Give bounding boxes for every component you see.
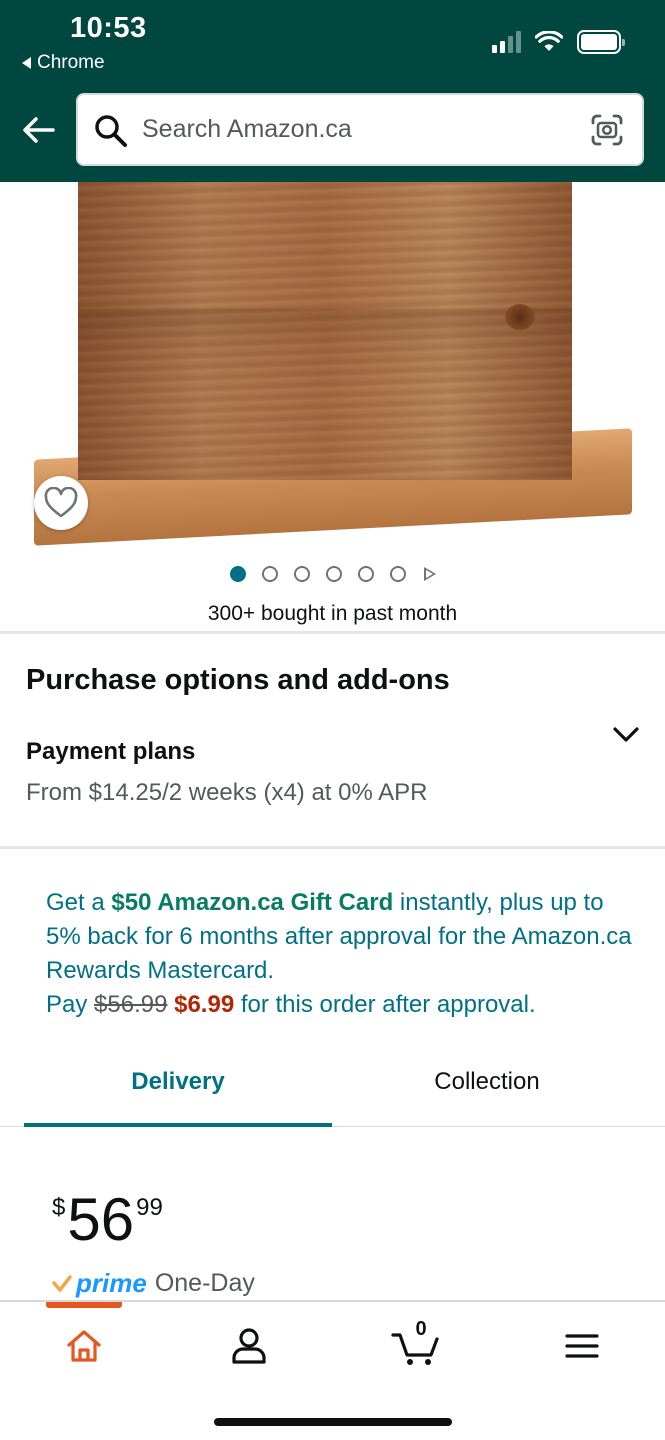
tab-active-indicator [24, 1123, 332, 1127]
status-icons [492, 30, 625, 54]
nav-account-button[interactable] [219, 1324, 279, 1368]
cellular-signal-icon [492, 31, 521, 53]
back-to-app-link[interactable]: Chrome [22, 52, 105, 74]
product-price: $ 56 99 [52, 1186, 163, 1254]
nav-menu-button[interactable] [552, 1324, 612, 1368]
prime-check-icon [52, 1274, 72, 1292]
product-image [78, 182, 572, 480]
wifi-icon [535, 31, 563, 51]
tab-delivery[interactable]: Delivery [24, 1068, 332, 1096]
section-divider [0, 846, 665, 849]
back-arrow-button[interactable] [20, 112, 56, 148]
search-bar[interactable] [76, 93, 644, 166]
search-input[interactable] [140, 109, 560, 149]
promo-old-price: $56.99 [94, 991, 168, 1018]
system-home-indicator[interactable] [214, 1418, 452, 1426]
cart-count-badge: 0 [415, 1318, 427, 1340]
chevron-down-icon[interactable] [610, 724, 642, 746]
carousel-dot[interactable] [229, 566, 246, 582]
search-icon [95, 115, 127, 147]
price-fraction: 99 [136, 1194, 163, 1221]
bought-in-past-month: 300+ bought in past month [207, 602, 458, 625]
nav-home-button[interactable] [54, 1324, 114, 1368]
camera-scan-icon[interactable] [590, 113, 624, 147]
hamburger-menu-icon [565, 1334, 599, 1358]
wishlist-heart-button[interactable] [34, 476, 88, 530]
product-image-carousel[interactable] [0, 182, 665, 562]
home-icon [67, 1330, 101, 1362]
promo-gift-card: $50 Amazon.ca Gift Card [111, 889, 394, 916]
prime-delivery-label: One-Day [154, 1269, 255, 1297]
bottom-navigation: 0 [0, 1300, 665, 1440]
payment-plans-title[interactable]: Payment plans [26, 738, 195, 766]
carousel-dot[interactable] [261, 566, 278, 582]
header: 10:53 Chrome [0, 0, 665, 182]
rewards-mastercard-promo[interactable]: Get a $50 Amazon.ca Gift Card instantly,… [46, 886, 636, 1022]
promo-text: Get a [46, 889, 112, 916]
wood-knot [505, 304, 535, 330]
carousel-dot[interactable] [293, 566, 310, 582]
battery-icon [577, 30, 625, 54]
prime-logo: prime [76, 1268, 147, 1298]
carousel-dot[interactable] [325, 566, 342, 582]
price-symbol: $ [52, 1194, 66, 1221]
back-app-label: Chrome [37, 52, 105, 73]
section-divider [0, 631, 665, 634]
heart-icon [44, 487, 78, 518]
purchase-options-title: Purchase options and add-ons [26, 664, 450, 696]
carousel-dot[interactable] [389, 566, 406, 582]
promo-text: for this order after approval. [234, 991, 536, 1018]
payment-plans-subtitle: From $14.25/2 weeks (x4) at 0% APR [26, 779, 428, 806]
promo-pay-label: Pay [46, 991, 95, 1018]
price-whole: 56 [67, 1186, 135, 1253]
back-arrow-icon [23, 117, 55, 143]
home-active-indicator [46, 1302, 122, 1308]
prime-delivery-badge: prime One-Day [52, 1268, 255, 1299]
carousel-dot[interactable] [357, 566, 374, 582]
status-time: 10:53 [70, 12, 147, 44]
video-play-icon[interactable] [423, 567, 436, 581]
tab-collection[interactable]: Collection [333, 1068, 641, 1096]
back-triangle-icon [22, 57, 31, 69]
account-icon [232, 1328, 266, 1364]
promo-new-price: $6.99 [174, 991, 235, 1018]
carousel-pagination [0, 566, 665, 582]
